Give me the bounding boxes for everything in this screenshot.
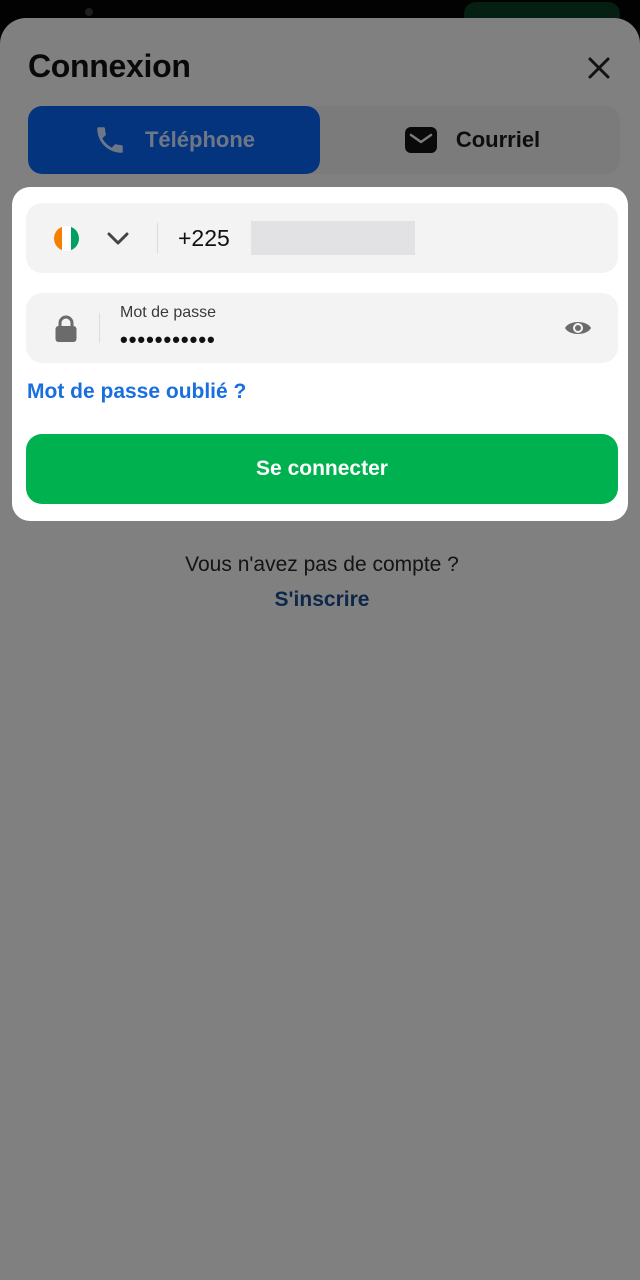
phone-field[interactable]: +225	[26, 203, 618, 273]
eye-icon[interactable]	[564, 315, 592, 341]
chevron-down-icon[interactable]	[106, 229, 130, 249]
login-form-card: +225 Mot de passe ••••••••••• Mot de pas…	[12, 187, 628, 521]
lock-icon	[55, 315, 77, 342]
field-divider	[99, 313, 100, 343]
password-label: Mot de passe	[120, 304, 217, 321]
phone-number-input[interactable]	[251, 221, 415, 255]
login-button[interactable]: Se connecter	[26, 434, 618, 504]
password-field[interactable]: Mot de passe •••••••••••	[26, 293, 618, 363]
cote-divoire-flag[interactable]	[54, 226, 79, 251]
forgot-password-link[interactable]: Mot de passe oublié ?	[27, 380, 246, 404]
country-code: +225	[178, 225, 230, 251]
password-input[interactable]: •••••••••••	[120, 327, 216, 353]
field-divider	[157, 223, 158, 253]
